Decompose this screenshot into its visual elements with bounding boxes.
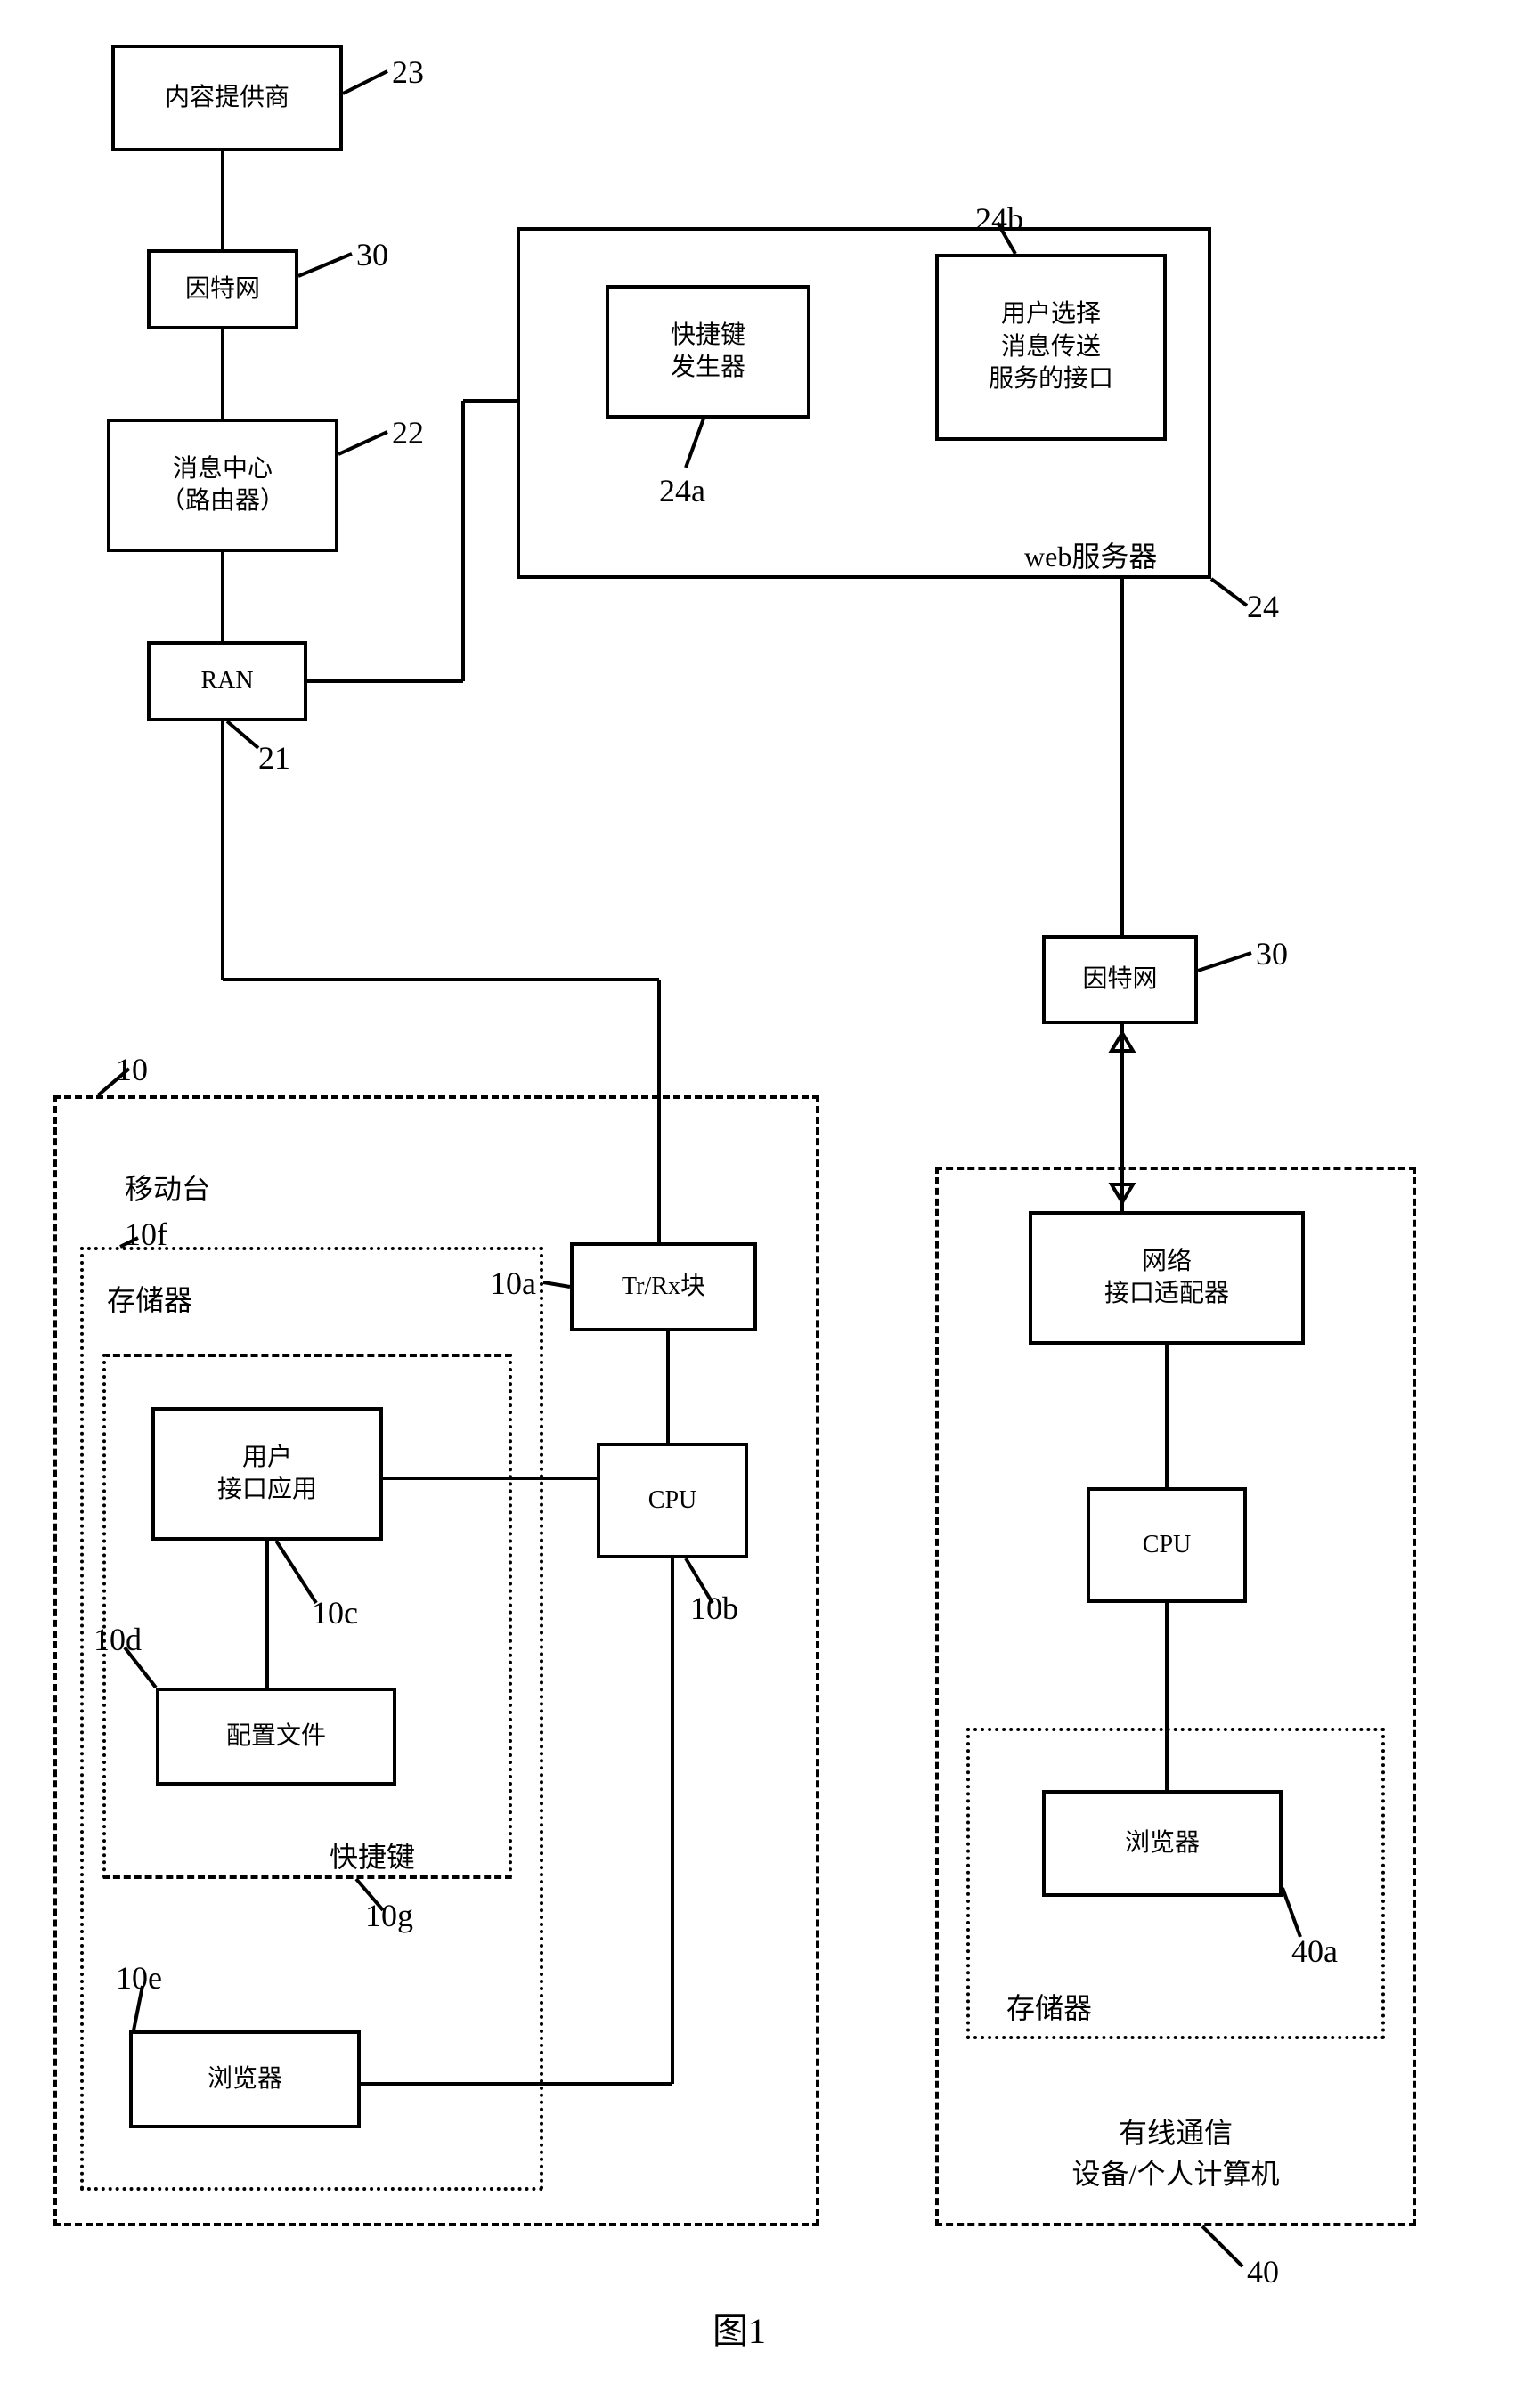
cpu-left-box: CPU: [597, 1443, 748, 1558]
label-10d: 10d: [94, 1621, 142, 1658]
label-40a: 40a: [1291, 1932, 1338, 1970]
label-21: 21: [258, 739, 290, 777]
message-center-text: 消息中心 （路由器）: [160, 453, 285, 518]
figure-caption: 图1: [713, 2302, 766, 2354]
wired-device-line1: 有线通信: [1042, 2111, 1309, 2152]
label-24a: 24a: [659, 472, 705, 509]
internet-right-box: 因特网: [1042, 935, 1198, 1024]
cpu-left-text: CPU: [648, 1485, 696, 1517]
message-center-box: 消息中心 （路由器）: [107, 419, 338, 552]
wired-device-line2: 设备/个人计算机: [1042, 2152, 1309, 2192]
ran-text: RAN: [200, 665, 253, 697]
uia-text: 用户 接口应用: [217, 1442, 317, 1507]
message-center-line2: （路由器）: [160, 485, 285, 517]
config-file-box: 配置文件: [156, 1688, 396, 1786]
net-adapter-text: 网络 接口适配器: [1104, 1246, 1229, 1311]
label-10e: 10e: [116, 1959, 162, 1997]
internet-top-text: 因特网: [185, 273, 260, 305]
label-24: 24: [1247, 588, 1279, 625]
trrx-box: Tr/Rx块: [570, 1242, 757, 1331]
user-interface-app-box: 用户 接口应用: [151, 1407, 383, 1541]
user-select-text: 用户选择 消息传送 服务的接口: [989, 298, 1113, 395]
cpu-right-box: CPU: [1087, 1487, 1247, 1603]
wired-device-label: 有线通信 设备/个人计算机: [1042, 2111, 1309, 2192]
mobile-station-label: 移动台: [125, 1167, 210, 1208]
net-adapter-line1: 网络: [1104, 1246, 1229, 1278]
browser-right-text: 浏览器: [1125, 1827, 1200, 1859]
label-40: 40: [1247, 2253, 1279, 2290]
uia-line2: 接口应用: [217, 1474, 317, 1506]
memory-left-label: 存储器: [107, 1278, 192, 1319]
web-server-label: web服务器: [1024, 534, 1157, 575]
cpu-right-text: CPU: [1143, 1529, 1191, 1561]
message-center-line1: 消息中心: [160, 453, 285, 485]
content-provider-text: 内容提供商: [165, 82, 289, 114]
config-file-text: 配置文件: [226, 1721, 326, 1753]
label-24b: 24b: [975, 200, 1023, 238]
browser-left-box: 浏览器: [129, 2030, 361, 2128]
label-22: 22: [392, 414, 424, 452]
label-10: 10: [116, 1051, 148, 1088]
label-23: 23: [392, 53, 424, 91]
label-10g: 10g: [365, 1897, 413, 1934]
label-10c: 10c: [312, 1594, 358, 1631]
memory-right-label: 存储器: [1006, 1986, 1092, 2027]
shortcut-gen-line2: 发生器: [671, 352, 745, 384]
browser-left-text: 浏览器: [208, 2063, 282, 2095]
ran-box: RAN: [147, 641, 307, 721]
user-select-line2: 消息传送: [989, 331, 1113, 363]
shortcut-generator-text: 快捷键 发生器: [671, 320, 745, 385]
label-10f: 10f: [125, 1216, 167, 1253]
network-adapter-box: 网络 接口适配器: [1029, 1211, 1305, 1345]
label-30-right: 30: [1256, 935, 1288, 972]
user-select-line1: 用户选择: [989, 298, 1113, 330]
uia-line1: 用户: [217, 1442, 317, 1474]
user-select-line3: 服务的接口: [989, 363, 1113, 395]
net-adapter-line2: 接口适配器: [1104, 1278, 1229, 1310]
trrx-text: Tr/Rx块: [622, 1271, 705, 1303]
shortcut-label: 快捷键: [330, 1834, 415, 1875]
internet-right-text: 因特网: [1082, 964, 1157, 996]
user-select-interface-box: 用户选择 消息传送 服务的接口: [935, 254, 1167, 441]
browser-right-box: 浏览器: [1042, 1790, 1283, 1897]
shortcut-gen-line1: 快捷键: [671, 320, 745, 352]
label-30-top: 30: [356, 236, 388, 273]
label-10b: 10b: [690, 1590, 738, 1627]
content-provider-box: 内容提供商: [111, 45, 343, 151]
label-10a: 10a: [490, 1265, 536, 1302]
internet-top-box: 因特网: [147, 249, 298, 329]
shortcut-generator-box: 快捷键 发生器: [606, 285, 810, 419]
